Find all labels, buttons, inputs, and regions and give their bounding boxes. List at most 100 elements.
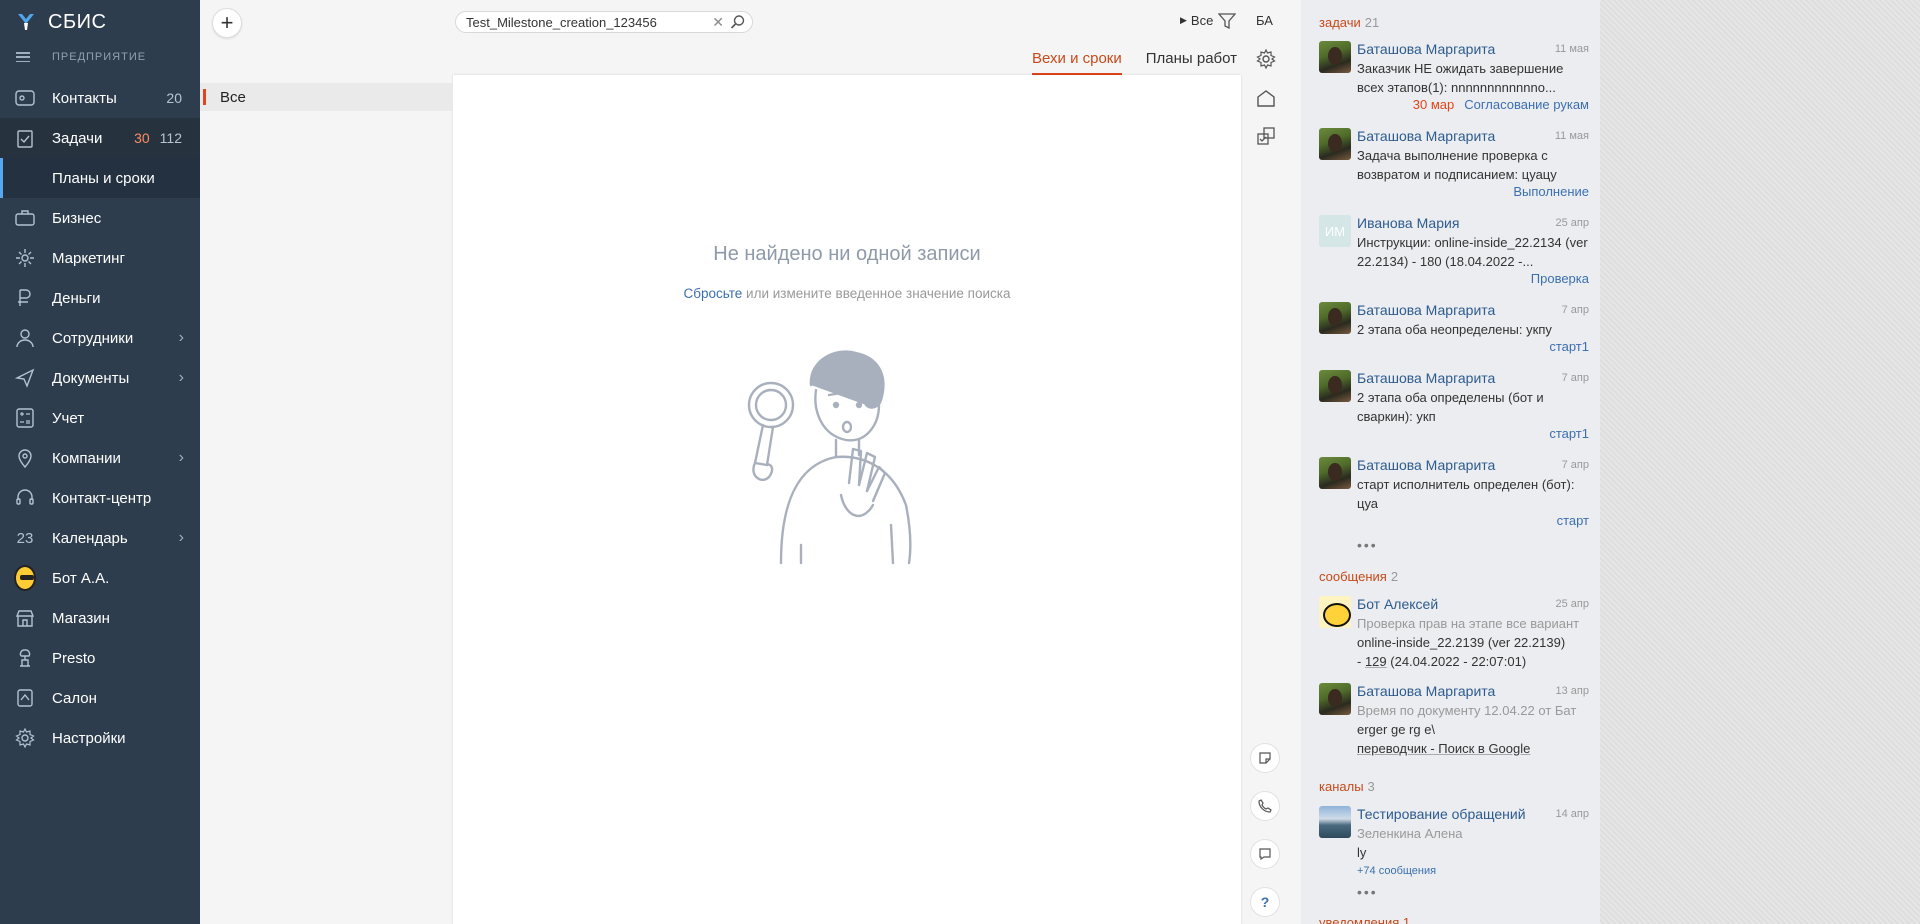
reset-link[interactable]: Сбросьте	[684, 286, 743, 301]
notification-item[interactable]: Баташова Маргарита 11 мая Заказчик НЕ ож…	[1319, 41, 1589, 117]
nav-item-settings[interactable]: Настройки	[0, 718, 200, 758]
nav-label: Компании	[52, 449, 121, 467]
more-tasks-dots[interactable]: •••	[1357, 537, 1378, 553]
item-stage[interactable]: Согласование рукам	[1464, 97, 1589, 112]
sidebar: СБИС ПРЕДПРИЯТИЕ Контакты 20 Задачи 30 11…	[0, 0, 200, 924]
item-stage[interactable]: старт1	[1549, 339, 1589, 354]
next-section-head[interactable]: уведомления 1	[1319, 915, 1410, 924]
help-icon[interactable]: ?	[1250, 887, 1280, 917]
tasks-icon	[14, 127, 36, 149]
nav-item-shop[interactable]: Магазин	[0, 598, 200, 638]
nav-item-employees[interactable]: Сотрудники ›	[0, 318, 200, 358]
item-date: 14 апр	[1555, 808, 1589, 820]
nav-sub-label: Планы и сроки	[52, 169, 155, 187]
item-stage[interactable]: старт	[1557, 513, 1589, 528]
item-date: 25 апр	[1555, 598, 1589, 610]
checklist-icon[interactable]	[1254, 124, 1278, 148]
logo[interactable]: СБИС	[0, 0, 200, 44]
nav-item-accounting[interactable]: Учет	[0, 398, 200, 438]
menu-burger-icon[interactable]	[16, 52, 30, 62]
scope-filter[interactable]: ▶ Все	[1180, 13, 1213, 28]
more-messages-link[interactable]: +74 сообщения	[1357, 862, 1589, 881]
documents-icon	[14, 367, 36, 389]
message-item[interactable]: Бот Алексей 25 апр Проверка прав на этап…	[1319, 596, 1589, 672]
nav-label: Контакт-центр	[52, 489, 152, 507]
org-row[interactable]: ПРЕДПРИЯТИЕ	[0, 44, 200, 70]
filter-funnel-icon[interactable]	[1218, 13, 1236, 29]
clear-search-icon[interactable]: ✕	[712, 14, 724, 31]
item-preview: Время по документу 12.04.22 от Бат	[1357, 703, 1577, 718]
money-icon	[14, 287, 36, 309]
nav-label: Настройки	[52, 729, 126, 747]
filter-all-item[interactable]: Все	[200, 83, 452, 111]
item-stage[interactable]: Выполнение	[1513, 184, 1589, 199]
item-stage[interactable]: Проверка	[1531, 271, 1589, 286]
nav-item-salon[interactable]: Салон	[0, 678, 200, 718]
item-text: 2 этапа оба определены (бот и сваркин): …	[1357, 390, 1544, 424]
item-body: online-inside_22.2139 (ver 22.2139)	[1357, 635, 1566, 650]
more-channels-dots[interactable]: •••	[1357, 884, 1378, 900]
item-body-suffix: (24.04.2022 - 22:07:01)	[1386, 654, 1527, 669]
chevron-right-icon[interactable]: ›	[179, 449, 184, 467]
nav-label: Задачи	[52, 129, 103, 147]
gear-icon[interactable]	[1254, 47, 1278, 71]
item-text: 2 этапа оба неопределены: укпу	[1357, 322, 1552, 337]
search-box[interactable]: ✕	[455, 11, 753, 33]
nav-item-presto[interactable]: Presto	[0, 638, 200, 678]
phone-icon[interactable]	[1250, 791, 1280, 821]
add-button[interactable]: +	[212, 8, 242, 38]
nav-item-contact-center[interactable]: Контакт-центр	[0, 478, 200, 518]
item-link[interactable]: 129	[1365, 654, 1387, 669]
nav-item-marketing[interactable]: Маркетинг	[0, 238, 200, 278]
nav-subitem-plans[interactable]: Планы и сроки	[0, 158, 200, 198]
chat-icon[interactable]	[1250, 839, 1280, 869]
channels-section-head[interactable]: каналы 3	[1319, 779, 1375, 794]
tab-milestones[interactable]: Вехи и сроки	[1032, 50, 1122, 76]
message-item[interactable]: Баташова Маргарита 13 апр Время по докум…	[1319, 683, 1589, 759]
item-link[interactable]: переводчик - Поиск в Google	[1357, 739, 1589, 758]
author-name: Баташова Маргарита	[1357, 41, 1496, 57]
not-found-illustration	[747, 350, 912, 565]
notification-item[interactable]: Баташова Маргарита 7 апр 2 этапа оба опр…	[1319, 370, 1589, 446]
search-icon[interactable]	[730, 14, 746, 30]
nav-item-companies[interactable]: Компании ›	[0, 438, 200, 478]
channel-name: Тестирование обращений	[1357, 806, 1526, 822]
note-icon[interactable]	[1250, 743, 1280, 773]
nav-item-business[interactable]: Бизнес	[0, 198, 200, 238]
empty-subtitle: Сбросьте или измените введенное значение…	[453, 286, 1241, 301]
section-title: сообщения	[1319, 569, 1387, 584]
triangle-right-icon: ▶	[1180, 15, 1187, 25]
messages-section-head[interactable]: сообщения 2	[1319, 569, 1398, 584]
tab-work-plans[interactable]: Планы работ	[1146, 50, 1237, 76]
notification-item[interactable]: Баташова Маргарита 11 мая Задача выполне…	[1319, 128, 1589, 204]
item-text: Зеленкина Алена ly +74 сообщения	[1357, 824, 1589, 881]
notification-item[interactable]: ИМ Иванова Мария 25 апр Инструкции: onli…	[1319, 215, 1589, 291]
search-input[interactable]	[466, 14, 696, 30]
item-stage[interactable]: старт1	[1549, 426, 1589, 441]
channel-item[interactable]: Тестирование обращений 14 апр Зеленкина …	[1319, 806, 1589, 882]
nav-item-calendar[interactable]: 23 Календарь ›	[0, 518, 200, 558]
item-text: Задача выполнение проверка с возвратом и…	[1357, 148, 1557, 182]
nav-label: Документы	[52, 369, 130, 387]
item-date: 13 апр	[1555, 685, 1589, 697]
notification-item[interactable]: Баташова Маргарита 7 апр 2 этапа оба нео…	[1319, 302, 1589, 362]
settings-icon	[14, 727, 36, 749]
author-name: Баташова Маргарита	[1357, 683, 1496, 699]
avatar	[1319, 683, 1351, 715]
chevron-right-icon[interactable]: ›	[179, 329, 184, 347]
plus-icon: +	[220, 10, 234, 35]
nav-label: Маркетинг	[52, 249, 125, 267]
desktop-background	[1600, 0, 1920, 924]
chevron-right-icon[interactable]: ›	[179, 529, 184, 547]
tasks-section-head[interactable]: задачи 21	[1319, 15, 1379, 30]
nav-item-contacts[interactable]: Контакты 20	[0, 78, 200, 118]
nav-item-tasks[interactable]: Задачи 30 112	[0, 118, 200, 158]
chevron-right-icon[interactable]: ›	[179, 369, 184, 387]
nav-item-money[interactable]: Деньги	[0, 278, 200, 318]
notification-item[interactable]: Баташова Маргарита 7 апр старт исполните…	[1319, 457, 1589, 533]
nav-item-bot[interactable]: Бот А.А.	[0, 558, 200, 598]
nav-label: Деньги	[52, 289, 101, 307]
nav-item-documents[interactable]: Документы ›	[0, 358, 200, 398]
home-icon[interactable]	[1254, 86, 1278, 110]
sbis-logo-icon	[18, 14, 34, 30]
